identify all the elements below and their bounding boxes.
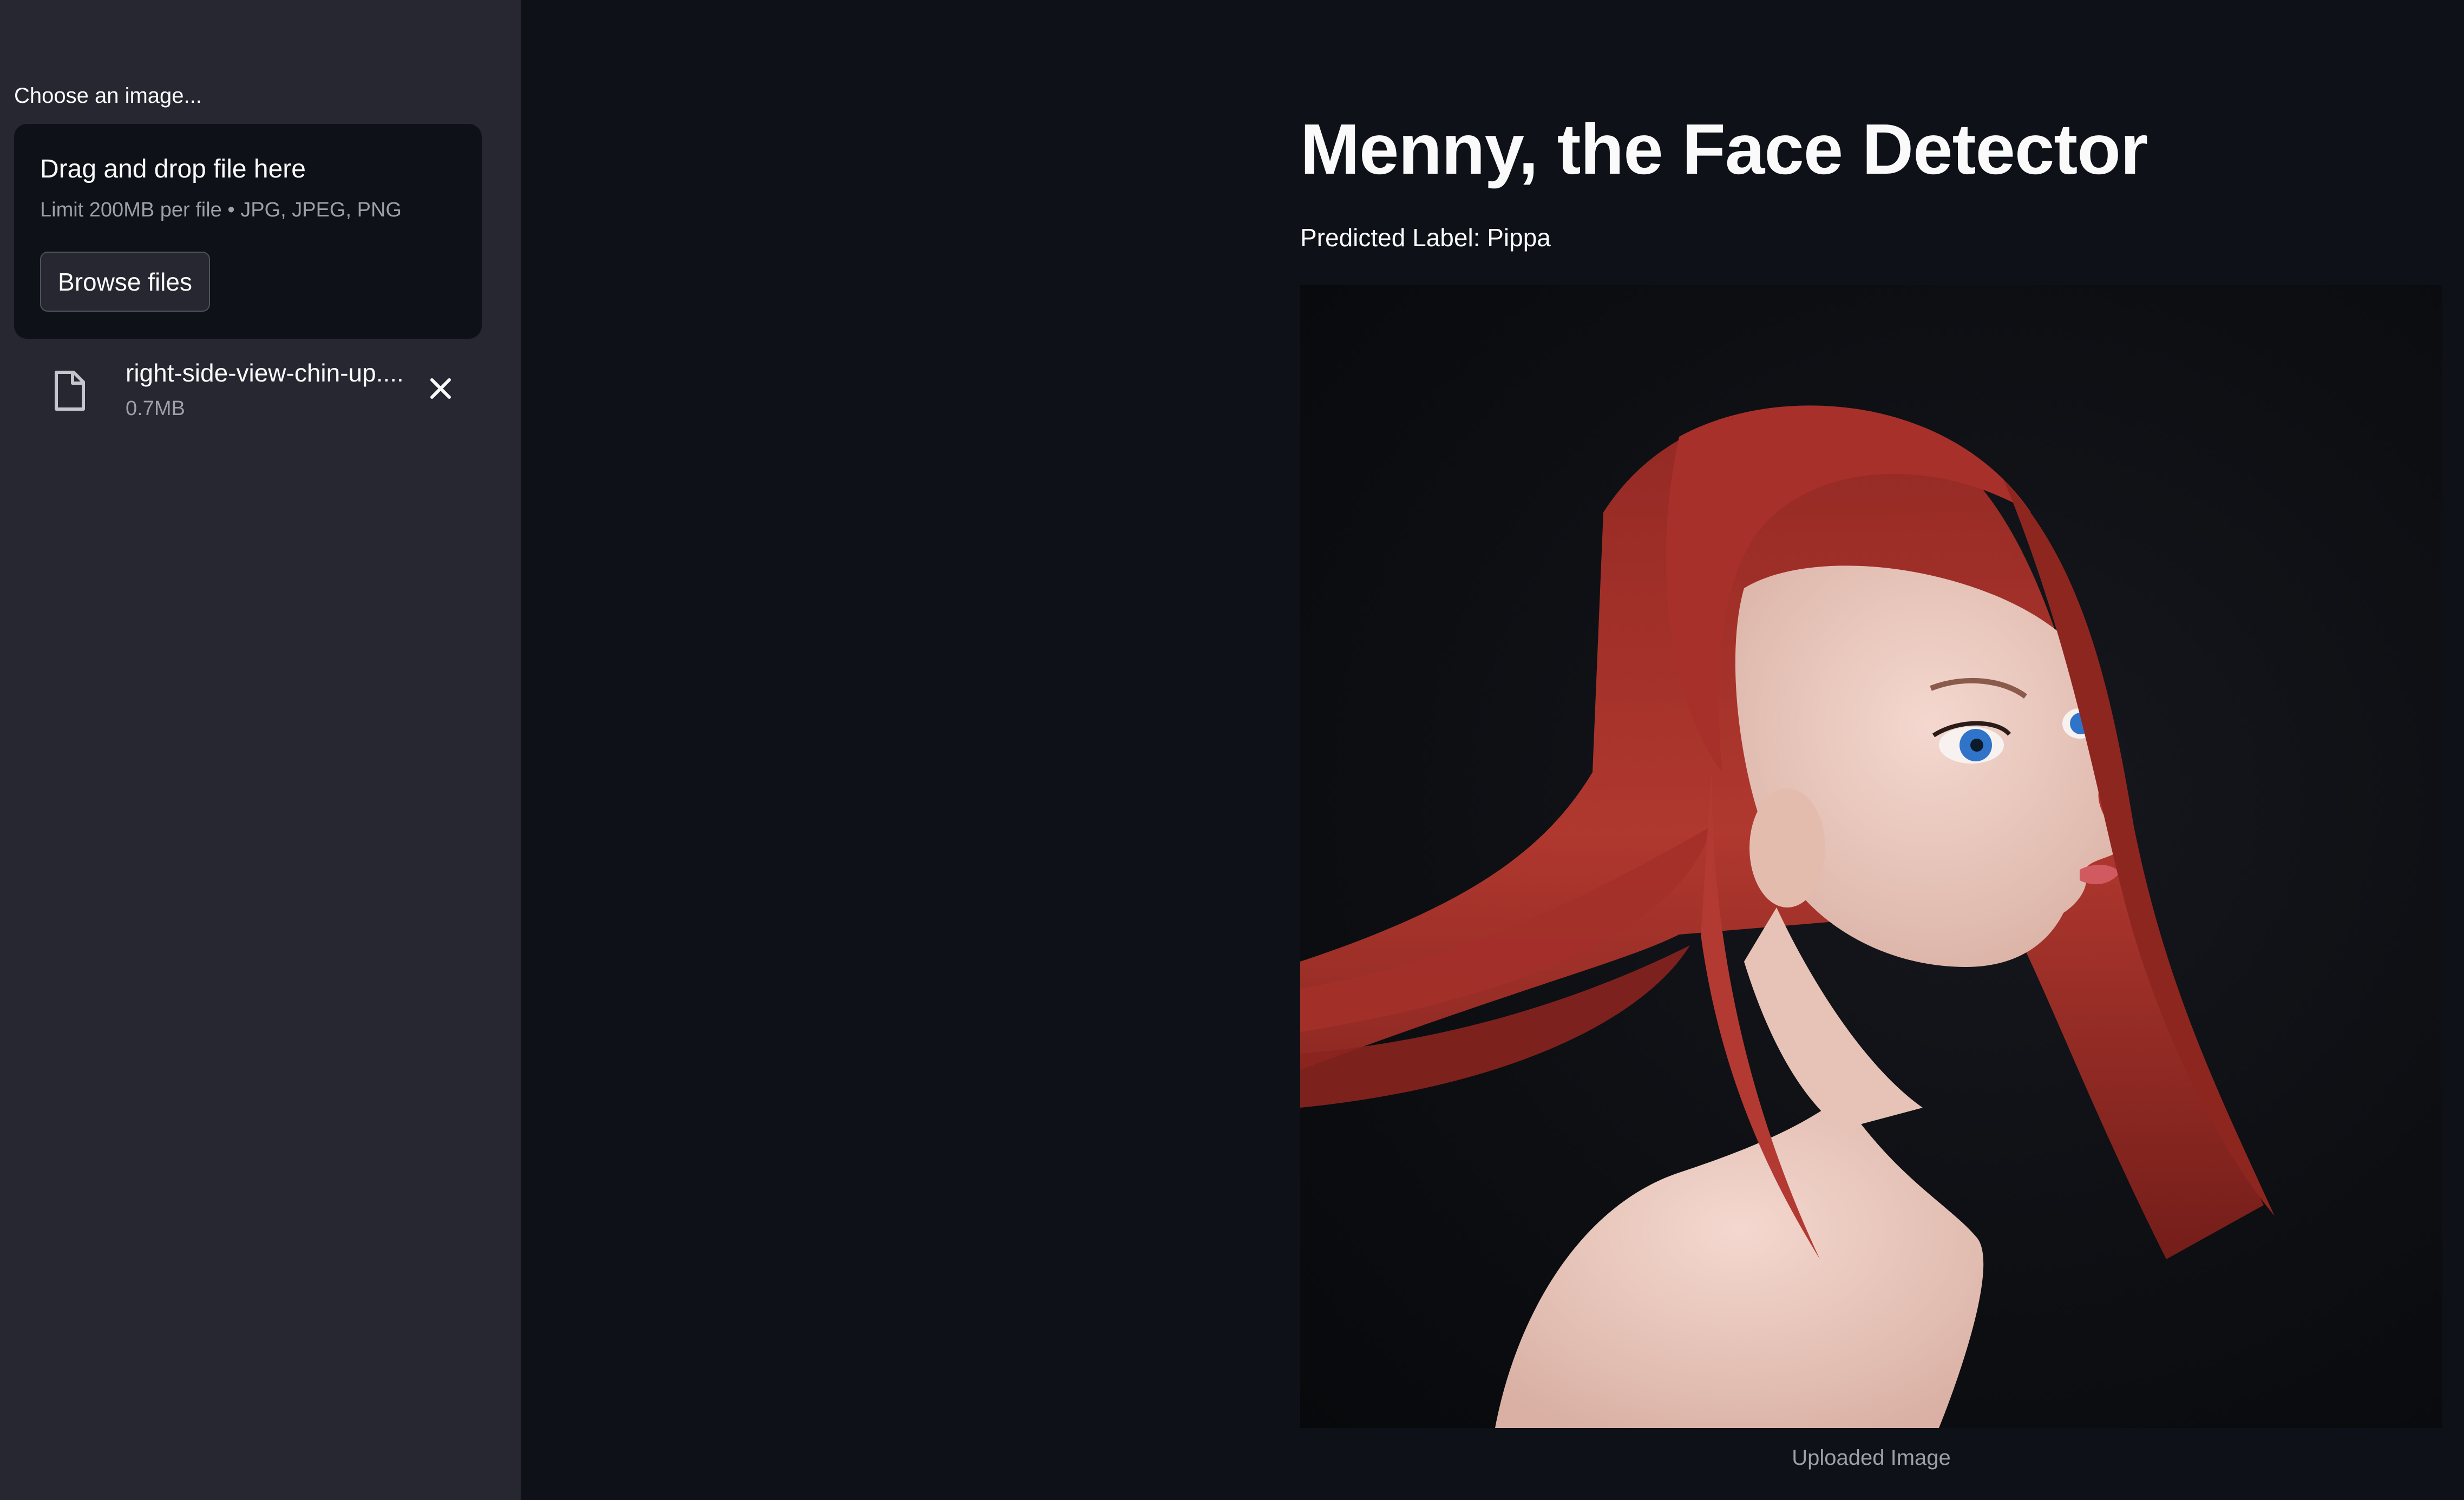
sidebar: Choose an image... Drag and drop file he… <box>0 0 521 1500</box>
dropzone-title: Drag and drop file here <box>40 155 306 183</box>
predicted-label: Predicted Label: Pippa <box>1300 223 1551 252</box>
uploader-label: Choose an image... <box>14 84 202 108</box>
file-dropzone[interactable]: Drag and drop file here Limit 200MB per … <box>14 124 482 339</box>
uploaded-file-item: right-side-view-chin-up.... 0.7MB <box>14 346 482 427</box>
main-content: Menny, the Face Detector Predicted Label… <box>521 0 2464 1500</box>
file-name: right-side-view-chin-up.... <box>126 359 404 387</box>
browse-files-button[interactable]: Browse files <box>40 252 210 312</box>
predicted-label-prefix: Predicted Label: <box>1300 223 1487 252</box>
uploaded-image <box>1300 285 2442 1428</box>
dropzone-limit-text: Limit 200MB per file • JPG, JPEG, PNG <box>40 199 402 221</box>
file-icon <box>55 371 85 411</box>
file-size: 0.7MB <box>126 397 185 420</box>
portrait-illustration <box>1300 405 2275 1428</box>
predicted-label-value: Pippa <box>1487 223 1551 252</box>
image-caption: Uploaded Image <box>1792 1446 1951 1470</box>
close-icon[interactable] <box>425 373 456 404</box>
page-title: Menny, the Face Detector <box>1300 109 2148 189</box>
